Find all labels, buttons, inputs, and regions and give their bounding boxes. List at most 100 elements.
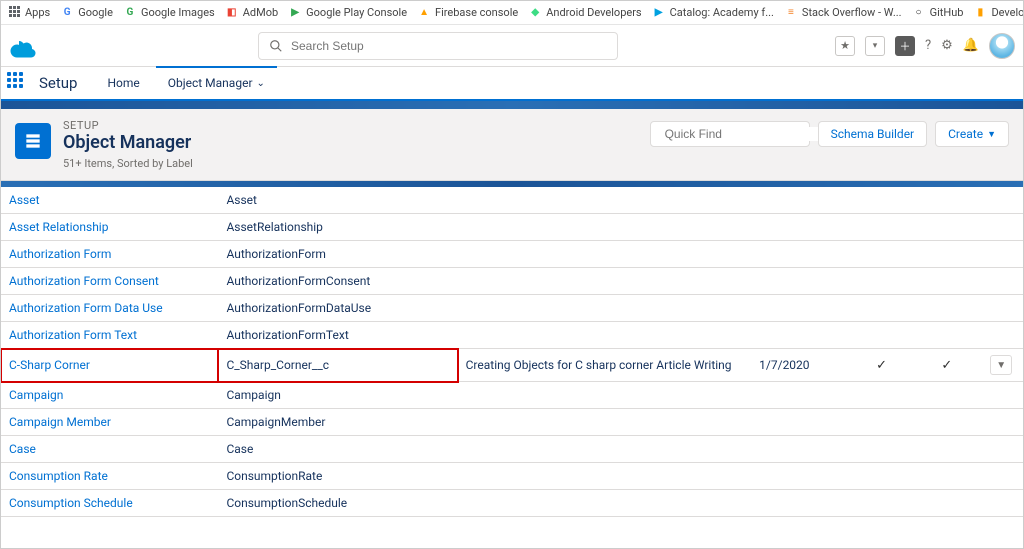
context-title: Setup bbox=[39, 74, 77, 92]
table-row: Authorization Form Data UseAuthorization… bbox=[1, 295, 1023, 322]
table-row: C-Sharp Corner C_Sharp_Corner__c Creating … bbox=[1, 349, 1023, 382]
object-date: 1/7/2020 bbox=[759, 358, 809, 372]
table-row: Asset Asset bbox=[1, 187, 1023, 214]
table-row: Consumption Rate ConsumptionRate bbox=[1, 463, 1023, 490]
object-api-name: ConsumptionSchedule bbox=[226, 496, 347, 510]
object-label-link[interactable]: C-Sharp Corner bbox=[9, 358, 90, 372]
object-table: Asset Asset Asset Relationship AssetRelatio… bbox=[1, 187, 1023, 519]
object-label-link[interactable]: Authorization Form Consent bbox=[9, 274, 159, 288]
bookmark-item[interactable]: Apps bbox=[7, 6, 50, 20]
object-api-name: CampaignMember bbox=[226, 415, 325, 429]
object-label-link[interactable]: Authorization Form bbox=[9, 247, 111, 261]
table-row: Authorization Form ConsentAuthorizationF… bbox=[1, 268, 1023, 295]
object-label-link[interactable]: Authorization Form Text bbox=[9, 328, 137, 342]
quick-find[interactable] bbox=[650, 121, 810, 147]
bookmark-label: Apps bbox=[25, 6, 50, 19]
bookmark-label: Catalog: Academy f... bbox=[670, 6, 774, 19]
object-api-name: ConsumptionRate bbox=[226, 469, 322, 483]
object-label-link[interactable]: Campaign bbox=[9, 388, 63, 402]
object-manager-icon bbox=[15, 123, 51, 159]
object-label-link[interactable]: Case bbox=[9, 442, 36, 456]
bookmark-favicon-icon: G bbox=[60, 6, 74, 20]
bookmark-favicon-icon: ◧ bbox=[225, 6, 239, 20]
bookmark-item[interactable]: ▮ Developer bbox=[973, 6, 1024, 20]
bookmark-favicon-icon: ▲ bbox=[417, 6, 431, 20]
global-search[interactable] bbox=[258, 32, 618, 60]
bookmark-favicon-icon: ▶ bbox=[652, 6, 666, 20]
object-label-link[interactable]: Campaign Member bbox=[9, 415, 111, 429]
row-actions-button[interactable]: ▼ bbox=[990, 355, 1012, 375]
object-api-name: C_Sharp_Corner__c bbox=[226, 358, 329, 372]
nav-home[interactable]: Home bbox=[95, 68, 151, 98]
chevron-down-icon: ▼ bbox=[987, 129, 996, 140]
bookmark-label: Firebase console bbox=[435, 6, 518, 19]
bookmark-label: Google bbox=[78, 6, 113, 19]
bookmark-label: Android Developers bbox=[546, 6, 641, 19]
salesforce-logo-icon bbox=[9, 34, 41, 58]
setup-gear-icon[interactable]: ⚙ bbox=[941, 38, 953, 53]
table-row: Asset Relationship AssetRelationship bbox=[1, 214, 1023, 241]
object-api-name: Asset bbox=[226, 193, 257, 207]
bookmark-item[interactable]: ▲ Firebase console bbox=[417, 6, 518, 20]
bookmark-favicon-icon: G bbox=[123, 6, 137, 20]
table-row: Consumption Schedule ConsumptionSchedule bbox=[1, 490, 1023, 517]
object-table-scroll[interactable]: Asset Asset Asset Relationship AssetRelatio… bbox=[1, 187, 1023, 519]
object-label-link[interactable]: Consumption Rate bbox=[9, 469, 108, 483]
help-icon[interactable]: ? bbox=[925, 38, 931, 53]
object-description: Creating Objects for C sharp corner Arti… bbox=[466, 358, 732, 372]
object-label-link[interactable]: Asset bbox=[9, 193, 40, 207]
create-button[interactable]: Create ▼ bbox=[935, 121, 1009, 147]
table-row: Authorization Form Text AuthorizationForm… bbox=[1, 322, 1023, 349]
bookmark-item[interactable]: ▶Google Play Console bbox=[288, 6, 407, 20]
object-label-link[interactable]: Authorization Form Data Use bbox=[9, 301, 163, 315]
page-title: Object Manager bbox=[63, 132, 193, 153]
nav-object-manager[interactable]: Object Manager ⌄ bbox=[156, 66, 277, 98]
bookmark-label: AdMob bbox=[243, 6, 278, 19]
bookmark-favicon-icon: ≡ bbox=[784, 6, 798, 20]
bookmark-favicon-icon: ▮ bbox=[973, 6, 987, 20]
table-row: ContactContact bbox=[1, 517, 1023, 520]
page-super-title: SETUP bbox=[63, 119, 193, 132]
object-api-name: AuthorizationForm bbox=[226, 247, 325, 261]
object-label-link[interactable]: Consumption Schedule bbox=[9, 496, 133, 510]
global-header: ★ ▾ ＋ ? ⚙ 🔔 bbox=[1, 25, 1023, 67]
check-icon: ✓ bbox=[876, 358, 887, 373]
bookmark-item[interactable]: ≡Stack Overflow - W... bbox=[784, 6, 902, 20]
page-subtitle: 51+ Items, Sorted by Label bbox=[63, 157, 193, 170]
bookmark-favicon-icon: ◆ bbox=[528, 6, 542, 20]
context-nav: Setup Home Object Manager ⌄ bbox=[1, 67, 1023, 101]
global-search-input[interactable] bbox=[291, 39, 607, 53]
notifications-icon[interactable]: 🔔 bbox=[963, 38, 979, 53]
object-api-name: Campaign bbox=[226, 388, 280, 402]
table-row: Campaign Campaign bbox=[1, 382, 1023, 409]
decorative-band bbox=[1, 101, 1023, 109]
bookmark-favicon-icon: ○ bbox=[912, 6, 926, 20]
table-row: Campaign Member CampaignMember bbox=[1, 409, 1023, 436]
app-launcher-icon[interactable] bbox=[7, 72, 29, 94]
avatar[interactable] bbox=[989, 33, 1015, 59]
bookmark-label: GitHub bbox=[930, 6, 964, 19]
bookmark-item[interactable]: ◆ Android Developers bbox=[528, 6, 641, 20]
bookmark-label: Google Play Console bbox=[306, 6, 407, 19]
create-button-label: Create bbox=[948, 127, 983, 141]
quick-find-input[interactable] bbox=[665, 127, 820, 141]
favorites-icon[interactable]: ★ bbox=[835, 36, 855, 56]
table-row: Authorization Form AuthorizationForm bbox=[1, 241, 1023, 268]
bookmark-item[interactable]: G Google bbox=[60, 6, 113, 20]
bookmark-item[interactable]: GGoogle Images bbox=[123, 6, 215, 20]
object-api-name: Case bbox=[226, 442, 253, 456]
favorites-menu-icon[interactable]: ▾ bbox=[865, 36, 885, 56]
bookmarks-bar: AppsGGoogleGGoogle Images◧AdMob▶Google P… bbox=[1, 1, 1023, 25]
apps-grid-icon bbox=[7, 6, 21, 20]
object-api-name: AuthorizationFormText bbox=[226, 328, 348, 342]
object-label-link[interactable]: Asset Relationship bbox=[9, 220, 108, 234]
bookmark-item[interactable]: ▶ Catalog: Academy f... bbox=[652, 6, 774, 20]
search-icon bbox=[269, 39, 283, 53]
schema-builder-button[interactable]: Schema Builder bbox=[818, 121, 928, 147]
bookmark-item[interactable]: ○ GitHub bbox=[912, 6, 964, 20]
add-icon[interactable]: ＋ bbox=[895, 36, 915, 56]
table-row: Case Case bbox=[1, 436, 1023, 463]
bookmark-label: Developer bbox=[991, 6, 1024, 19]
object-api-name: AssetRelationship bbox=[226, 220, 322, 234]
bookmark-item[interactable]: ◧ AdMob bbox=[225, 6, 278, 20]
